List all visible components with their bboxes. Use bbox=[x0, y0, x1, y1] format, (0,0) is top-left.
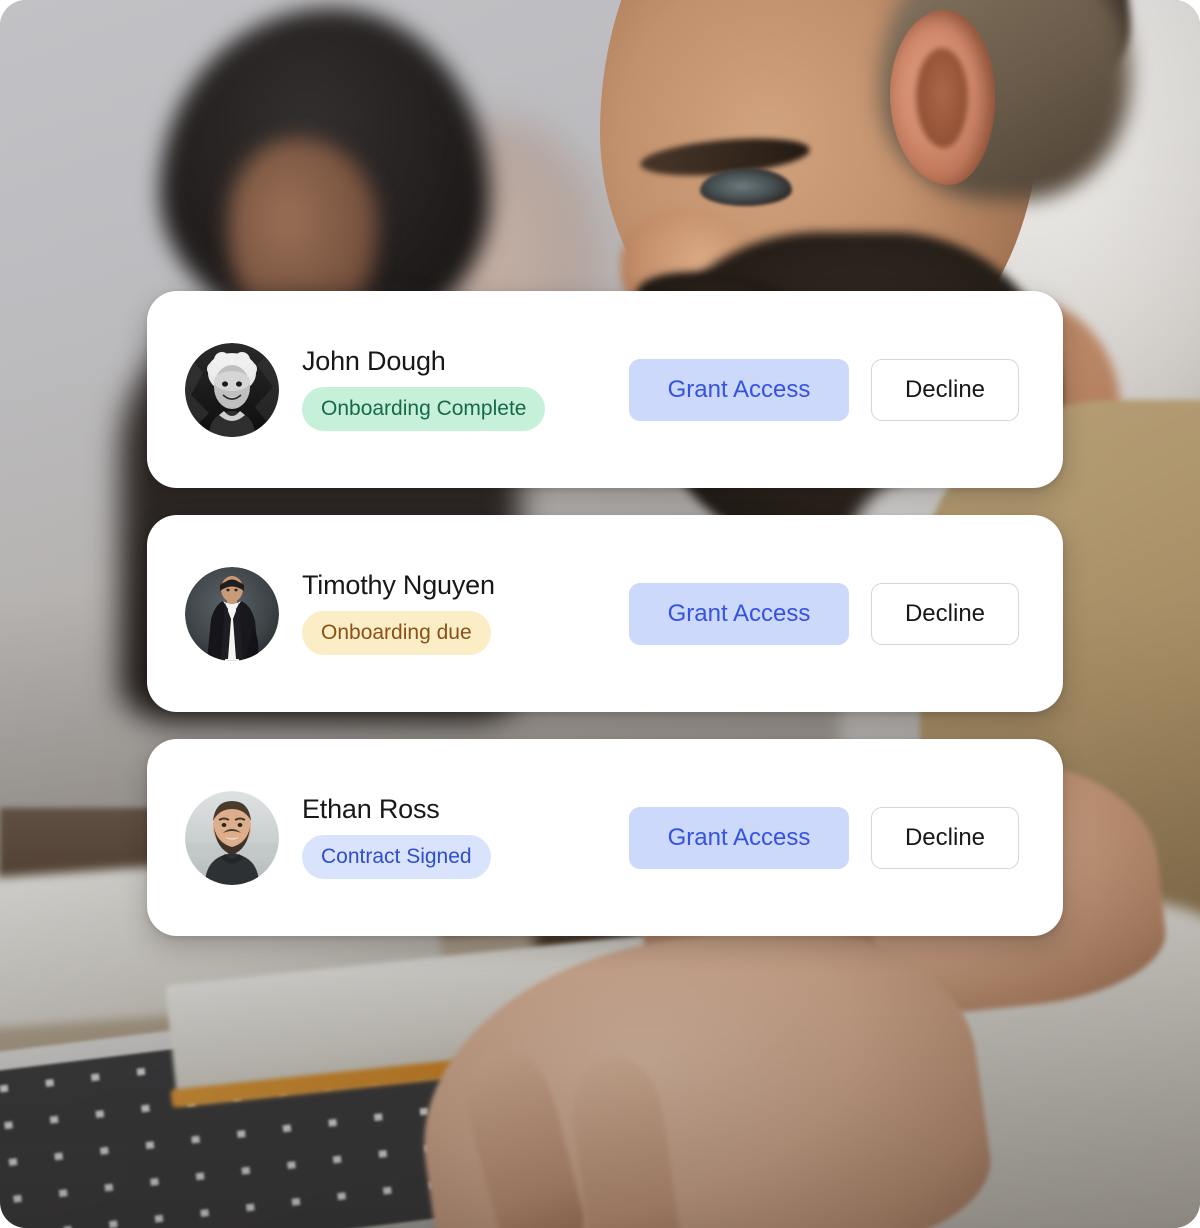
person-info: John Dough Onboarding Complete bbox=[302, 348, 629, 431]
approval-card[interactable]: Ethan Ross Contract Signed Grant Access … bbox=[147, 739, 1063, 936]
card-actions: Grant Access Decline bbox=[629, 806, 1019, 869]
person-info: Timothy Nguyen Onboarding due bbox=[302, 572, 629, 655]
grant-access-button[interactable]: Grant Access bbox=[629, 806, 849, 869]
grant-access-button[interactable]: Grant Access bbox=[629, 582, 849, 645]
person-name: Timothy Nguyen bbox=[302, 570, 495, 600]
approval-card[interactable]: John Dough Onboarding Complete Grant Acc… bbox=[147, 291, 1063, 488]
person-info: Ethan Ross Contract Signed bbox=[302, 796, 629, 879]
person-name: John Dough bbox=[302, 346, 446, 376]
status-badge: Onboarding due bbox=[302, 611, 491, 655]
approval-card[interactable]: Timothy Nguyen Onboarding due Grant Acce… bbox=[147, 515, 1063, 712]
card-actions: Grant Access Decline bbox=[629, 358, 1019, 421]
decline-button[interactable]: Decline bbox=[871, 806, 1019, 869]
avatar bbox=[185, 566, 279, 661]
app-screenshot: John Dough Onboarding Complete Grant Acc… bbox=[0, 0, 1200, 1228]
avatar bbox=[185, 342, 279, 437]
decline-button[interactable]: Decline bbox=[871, 582, 1019, 645]
decline-button[interactable]: Decline bbox=[871, 358, 1019, 421]
status-badge: Contract Signed bbox=[302, 835, 491, 879]
card-actions: Grant Access Decline bbox=[629, 582, 1019, 645]
person-name: Ethan Ross bbox=[302, 794, 440, 824]
approval-card-list: John Dough Onboarding Complete Grant Acc… bbox=[147, 291, 1063, 936]
avatar bbox=[185, 790, 279, 885]
status-badge: Onboarding Complete bbox=[302, 387, 546, 431]
grant-access-button[interactable]: Grant Access bbox=[629, 358, 849, 421]
